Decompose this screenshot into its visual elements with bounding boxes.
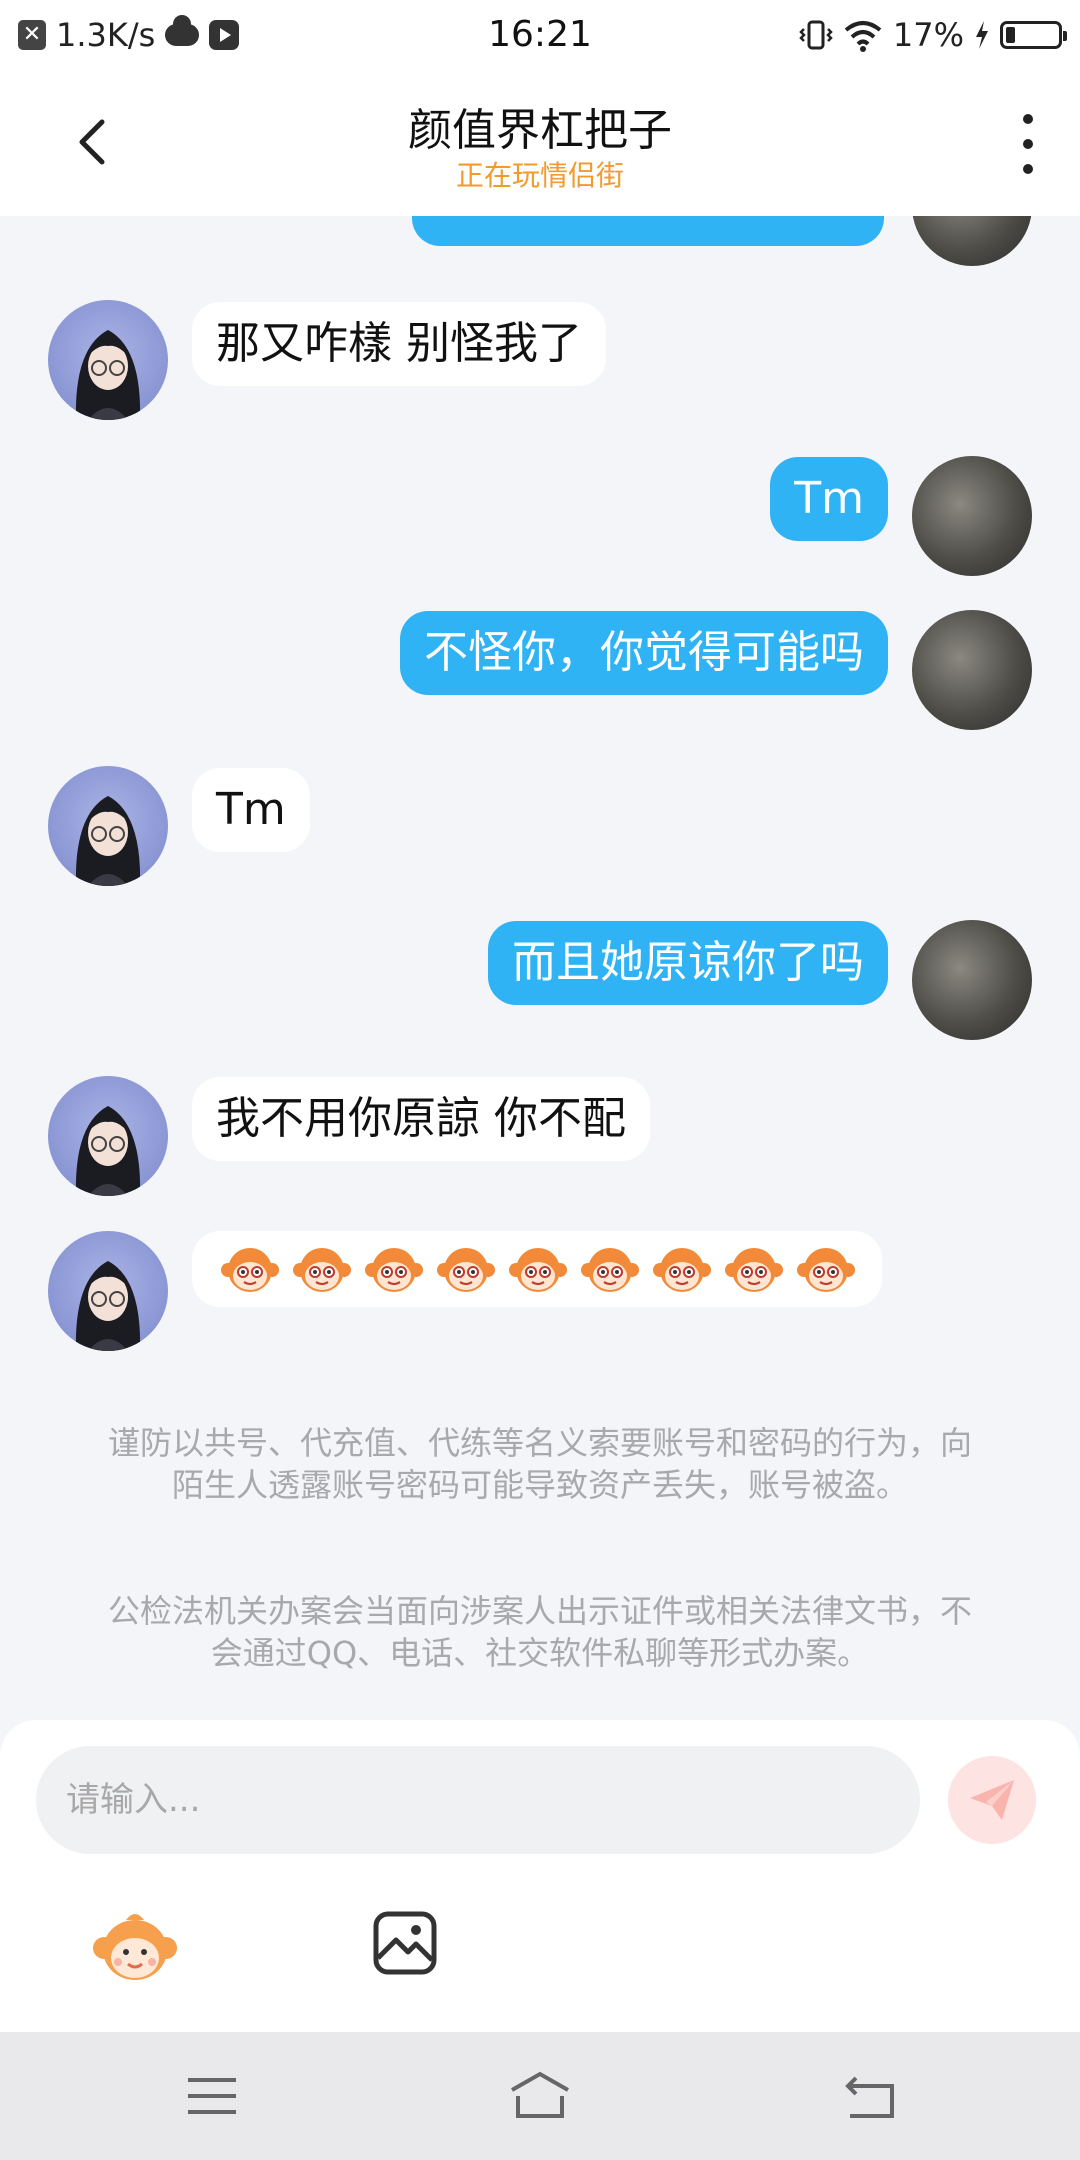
- message-input[interactable]: [36, 1746, 920, 1854]
- vibrate-icon: [799, 20, 833, 50]
- system-nav-bar: [0, 2032, 1080, 2160]
- send-button[interactable]: [948, 1756, 1036, 1844]
- monkey-emoji-icon: [221, 1248, 279, 1292]
- charging-icon: [976, 21, 988, 49]
- my-avatar[interactable]: [912, 456, 1032, 576]
- contact-name: 颜值界杠把子: [408, 105, 672, 156]
- outgoing-message[interactable]: 不怪你，你觉得可能吗: [400, 611, 888, 695]
- contact-avatar[interactable]: [48, 1076, 168, 1196]
- my-avatar[interactable]: [912, 610, 1032, 730]
- monkey-emoji-icon: [509, 1248, 567, 1292]
- incoming-message[interactable]: 那又咋樣 别怪我了: [192, 302, 606, 386]
- previous-bubble-partial: [412, 216, 884, 246]
- close-box-icon: ✕: [18, 20, 46, 50]
- cloud-icon: [165, 15, 200, 46]
- chat-area[interactable]: 那又咋樣 别怪我了 Tm 不怪你，你觉得可能吗 Tm 而且她原谅你了吗 我不用你…: [0, 216, 1080, 1726]
- my-avatar[interactable]: [912, 920, 1032, 1040]
- dot-icon: [1023, 114, 1033, 124]
- status-bar: ✕ 1.3K/s 17% 16:21: [0, 0, 1080, 70]
- contact-status: 正在玩情侣街: [455, 159, 624, 192]
- home-icon[interactable]: [508, 2070, 572, 2122]
- dot-icon: [1023, 139, 1033, 149]
- image-icon[interactable]: [372, 1910, 438, 1976]
- girl-portrait-icon: [75, 796, 141, 886]
- battery-percent: 17%: [892, 16, 964, 54]
- monkey-emoji-icon: [365, 1248, 423, 1292]
- more-options-button[interactable]: [1016, 114, 1040, 174]
- monkey-emoji-icon: [293, 1248, 351, 1292]
- outgoing-message[interactable]: 而且她原谅你了吗: [488, 921, 888, 1005]
- wifi-icon: [844, 21, 882, 52]
- monkey-emoji-icon: [725, 1248, 783, 1292]
- monkey-emoji-icon: [581, 1248, 639, 1292]
- girl-portrait-icon: [75, 330, 141, 420]
- network-speed: 1.3K/s: [56, 16, 156, 54]
- security-notice: 谨防以共号、代充值、代练等名义索要账号和密码的行为，向陌生人透露账号密码可能导致…: [107, 1424, 972, 1504]
- incoming-message[interactable]: 我不用你原諒 你不配: [192, 1077, 650, 1161]
- battery-fill: [1006, 27, 1015, 43]
- girl-portrait-icon: [75, 1261, 141, 1351]
- legal-notice: 公检法机关办案会当面向涉案人出示证件或相关法律文书，不会通过QQ、电话、社交软件…: [107, 1592, 972, 1672]
- outgoing-message[interactable]: Tm: [770, 457, 888, 541]
- emoji-message[interactable]: [192, 1231, 882, 1307]
- chat-header: 颜值界杠把子 正在玩情侣街: [0, 70, 1080, 216]
- paper-plane-icon: [970, 1780, 1014, 1820]
- status-left: ✕ 1.3K/s: [18, 15, 240, 54]
- monkey-emoji-icon: [653, 1248, 711, 1292]
- dot-icon: [1023, 164, 1033, 174]
- status-right: 17%: [799, 16, 1067, 54]
- play-icon: [209, 20, 240, 50]
- monkey-emoji-icon: [797, 1248, 855, 1292]
- menu-icon[interactable]: [184, 2070, 240, 2122]
- monkey-emoji-button[interactable]: [90, 1906, 180, 1986]
- contact-avatar[interactable]: [48, 300, 168, 420]
- contact-avatar[interactable]: [48, 766, 168, 886]
- my-avatar[interactable]: [912, 216, 1032, 266]
- back-nav-icon[interactable]: [842, 2070, 898, 2122]
- contact-avatar[interactable]: [48, 1231, 168, 1351]
- input-panel: [0, 1720, 1080, 2032]
- battery-icon: [1000, 21, 1067, 49]
- monkey-emoji-icon: [437, 1248, 495, 1292]
- incoming-message[interactable]: Tm: [192, 768, 310, 852]
- girl-portrait-icon: [75, 1106, 141, 1196]
